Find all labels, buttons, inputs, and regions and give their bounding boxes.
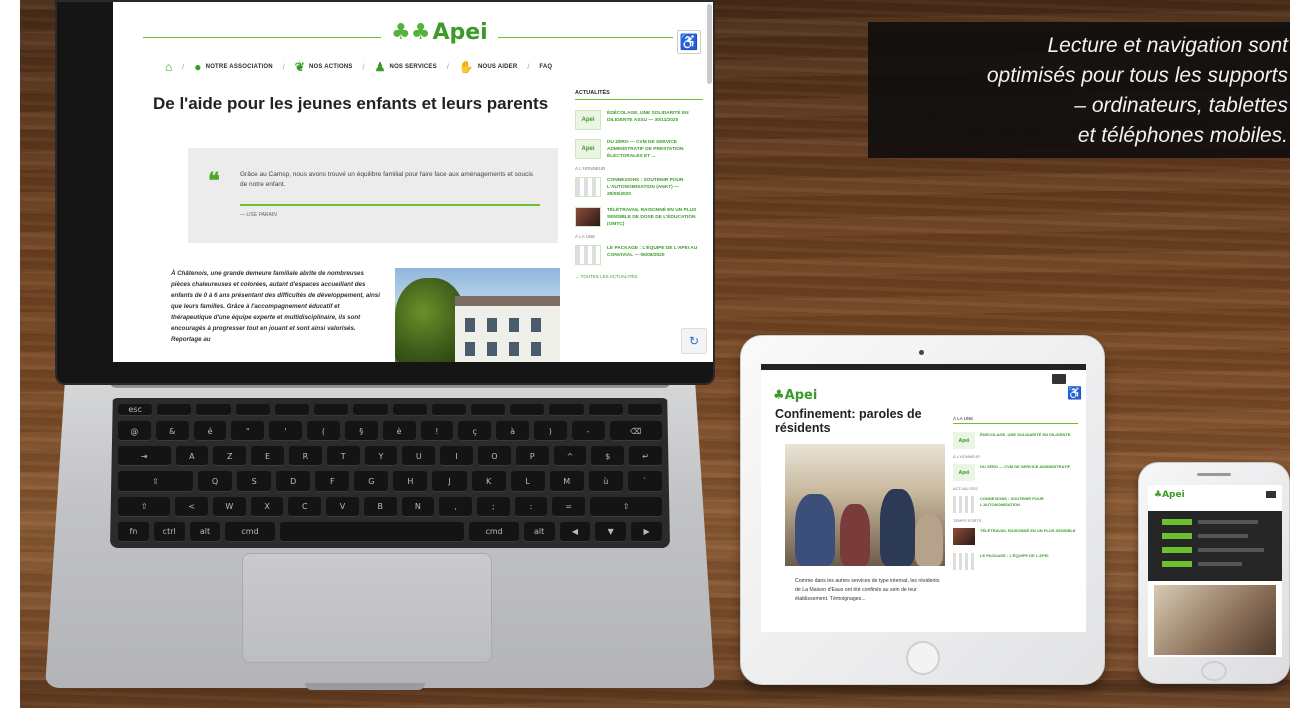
phone-device: ♣Apei	[1138, 462, 1290, 684]
site-logo: ♣Apei	[773, 388, 818, 403]
site-logo: ♣♣Apei	[381, 20, 498, 45]
sidebar-category: TEMPS FORTS	[953, 518, 982, 523]
news-item: Apei ÉDÉCOLAGE, UNE SOLIDARITÉ EN DILIGEN…	[575, 110, 703, 130]
nav-item: ✋ NOUS AIDER	[458, 60, 518, 74]
caption-box: Lecture et navigation sont optimisés pou…	[868, 22, 1290, 158]
site-nav: ⌂ / ● NOTRE ASSOCIATION / ❦ NOS ACTIONS / ♟ NO…	[165, 60, 553, 74]
status-bar	[761, 364, 1086, 370]
news-item: CONNEXIONS : SOUTENIR POUR L'AUTONOMISAT…	[575, 177, 703, 198]
article-photo	[1154, 585, 1276, 655]
news-item: LE PACKAGE : L'ÉQUIPE DE L'APEI	[953, 553, 1078, 570]
quote-mark-icon: ❝	[208, 168, 220, 194]
sidebar-category: À L'HONNEUR	[953, 454, 980, 459]
all-news-link: → TOUTES LES ACTUALITÉS	[575, 274, 638, 279]
menu-icon	[1052, 374, 1066, 384]
nav-item: ● NOTRE ASSOCIATION	[194, 60, 273, 74]
menu-icon	[1266, 491, 1276, 498]
news-item: Apei DU ZÉRO — CVM DE SERVICE ADMINISTRAT…	[953, 464, 1078, 481]
person-icon: ♟	[374, 60, 386, 74]
sidebar-category: ACTUALITÉS	[953, 486, 978, 491]
home-icon: ⌂	[165, 60, 173, 74]
phone-home-button	[1201, 661, 1227, 681]
news-sidebar: À LA UNE Apei ÉDÉCOLAGE, UNE SOLIDARITÉ E…	[953, 416, 1078, 578]
heart-hands-icon: ❦	[294, 60, 305, 74]
scrollbar	[707, 4, 712, 84]
phone-speaker	[1197, 473, 1231, 476]
pull-quote: ❝ Grâce au Camsp, nous avons trouvé un é…	[188, 148, 558, 243]
article-body: À Châtenois, une grande demeure familial…	[171, 270, 380, 343]
sidebar-header: À LA UNE	[953, 416, 1078, 424]
recaptcha-icon: ↻	[681, 328, 707, 354]
news-item: Apei ÉDÉCOLAGE, UNE SOLIDARITÉ EN DILIGEN…	[953, 432, 1078, 449]
quote-author: — LISE PARAIN	[240, 212, 277, 218]
quote-text: Grâce au Camsp, nous avons trouvé un équ…	[240, 171, 534, 188]
sidebar-category: À LA UNE	[575, 234, 596, 239]
caption-line: optimisés pour tous les supports	[986, 64, 1288, 87]
people-icon: ♣	[1154, 490, 1163, 500]
caption-line: et téléphones mobiles.	[1077, 124, 1288, 147]
nav-item: ❦ NOS ACTIONS	[294, 60, 353, 74]
news-item: CONNEXIONS : SOUTENIR POUR L'AUTONOMISAT…	[953, 496, 1078, 513]
people-icon: ●	[194, 60, 202, 74]
sidebar-category: À L'HONNEUR	[575, 166, 606, 171]
news-item: LE PACKAGE : L'ÉQUIPE DE L'APEI AU CONVI…	[575, 245, 703, 265]
site-header: ♣♣Apei ♿ ⌂ / ● NOTRE ASSOCIATION / ❦ NOS ACT…	[113, 2, 713, 87]
people-icon: ♣	[773, 388, 785, 403]
laptop-front-notch	[305, 683, 425, 690]
laptop-keyboard: esc @ & é " '(§ è! ç à) - ⌫ ⇥ A Z E R T Y U I O P ^ $ ↵ ⇪ Q S D F G…	[110, 398, 670, 548]
article-title: De l'aide pour les jeunes enfants et leu…	[153, 94, 549, 113]
news-sidebar: ACTUALITÉS Apei ÉDÉCOLAGE, UNE SOLIDARITÉ…	[575, 90, 703, 279]
laptop-screen: ♣♣Apei ♿ ⌂ / ● NOTRE ASSOCIATION / ❦ NOS ACT…	[113, 2, 713, 362]
news-item: TÉLÉTRAVAIL RAISONNÉ EN UN PLUS SENSIBLE…	[575, 207, 703, 228]
tablet-screen: ♿ ♣Apei Confinement: paroles de résident…	[761, 364, 1086, 632]
device-mockup-photo: esc @ & é " '(§ è! ç à) - ⌫ ⇥ A Z E R T Y U I O P ^ $ ↵ ⇪ Q S D F G…	[20, 0, 1290, 708]
article-excerpt: Comme dans les autres services de type i…	[795, 578, 940, 602]
article-photo	[395, 268, 560, 362]
tablet-home-button	[906, 641, 940, 675]
sidebar-header: ACTUALITÉS	[575, 90, 703, 100]
people-icon: ♣♣	[391, 20, 431, 45]
news-item: TÉLÉTRAVAIL RAISONNÉ EN UN PLUS SENSIBLE	[953, 528, 1078, 545]
caption-line: Lecture et navigation sont	[1047, 34, 1289, 57]
news-item: Apei DU ZÉRO — CVM DE SERVICE ADMINISTRAT…	[575, 139, 703, 160]
nav-item: FAQ	[539, 64, 553, 70]
hands-icon: ✋	[458, 60, 474, 74]
article-title: Confinement: paroles de résidents	[775, 407, 922, 435]
caption-line: – ordinateurs, tablettes	[1074, 94, 1288, 117]
accessibility-icon: ♿	[1067, 386, 1082, 400]
tablet-device: ♿ ♣Apei Confinement: paroles de résident…	[740, 335, 1105, 685]
laptop-lid: ♣♣Apei ♿ ⌂ / ● NOTRE ASSOCIATION / ❦ NOS ACT…	[55, 0, 715, 385]
article-photo	[785, 444, 945, 566]
tablet-camera	[919, 350, 924, 355]
phone-screen: ♣Apei	[1148, 485, 1282, 657]
accessibility-icon: ♿	[677, 30, 701, 54]
site-logo: ♣Apei	[1154, 490, 1185, 500]
nav-item: ♟ NOS SERVICES	[374, 60, 437, 74]
quote-rule	[240, 204, 540, 206]
laptop-trackpad	[242, 553, 492, 663]
mobile-menu-overlay	[1148, 511, 1282, 581]
